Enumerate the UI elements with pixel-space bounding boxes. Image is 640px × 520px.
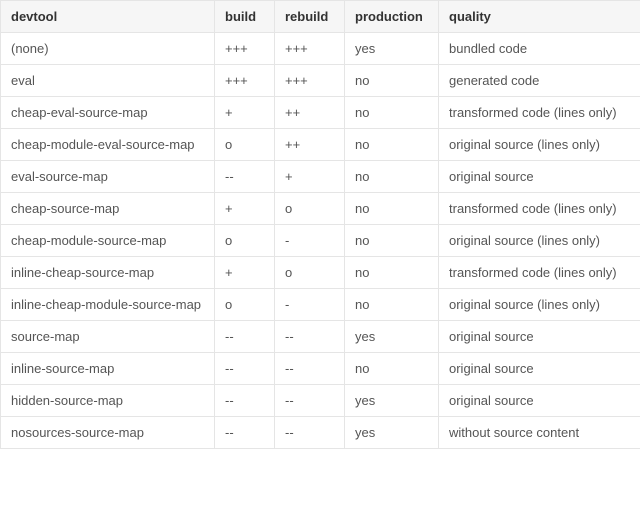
cell-build: +	[215, 193, 275, 225]
cell-production: no	[345, 289, 439, 321]
cell-build: +++	[215, 65, 275, 97]
cell-rebuild: +++	[275, 33, 345, 65]
cell-build: --	[215, 353, 275, 385]
cell-rebuild: -	[275, 225, 345, 257]
cell-quality: transformed code (lines only)	[439, 193, 640, 225]
cell-production: yes	[345, 385, 439, 417]
cell-devtool: eval-source-map	[1, 161, 215, 193]
table-header-row: devtool build rebuild production quality	[1, 1, 640, 33]
cell-devtool: inline-cheap-module-source-map	[1, 289, 215, 321]
table-row: inline-source-map----nooriginal source	[1, 353, 640, 385]
col-header-build: build	[215, 1, 275, 33]
cell-build: +	[215, 97, 275, 129]
cell-quality: without source content	[439, 417, 640, 449]
table-row: inline-cheap-module-source-mapo-noorigin…	[1, 289, 640, 321]
cell-production: yes	[345, 417, 439, 449]
cell-devtool: cheap-module-source-map	[1, 225, 215, 257]
col-header-production: production	[345, 1, 439, 33]
cell-production: no	[345, 65, 439, 97]
cell-quality: bundled code	[439, 33, 640, 65]
cell-quality: original source (lines only)	[439, 225, 640, 257]
cell-devtool: cheap-eval-source-map	[1, 97, 215, 129]
cell-production: no	[345, 353, 439, 385]
cell-rebuild: +	[275, 161, 345, 193]
cell-production: yes	[345, 33, 439, 65]
col-header-rebuild: rebuild	[275, 1, 345, 33]
cell-build: o	[215, 225, 275, 257]
cell-build: --	[215, 385, 275, 417]
cell-devtool: inline-source-map	[1, 353, 215, 385]
cell-devtool: eval	[1, 65, 215, 97]
cell-rebuild: --	[275, 321, 345, 353]
cell-production: no	[345, 97, 439, 129]
cell-build: o	[215, 289, 275, 321]
table-row: source-map----yesoriginal source	[1, 321, 640, 353]
cell-rebuild: ++	[275, 129, 345, 161]
table-row: cheap-module-source-mapo-nooriginal sour…	[1, 225, 640, 257]
table-row: inline-cheap-source-map+onotransformed c…	[1, 257, 640, 289]
cell-quality: original source	[439, 321, 640, 353]
cell-rebuild: --	[275, 353, 345, 385]
cell-devtool: nosources-source-map	[1, 417, 215, 449]
devtool-table: devtool build rebuild production quality…	[0, 0, 640, 449]
cell-devtool: cheap-module-eval-source-map	[1, 129, 215, 161]
cell-rebuild: o	[275, 257, 345, 289]
table-row: cheap-eval-source-map+++notransformed co…	[1, 97, 640, 129]
table-row: (none)++++++yesbundled code	[1, 33, 640, 65]
cell-build: --	[215, 161, 275, 193]
cell-build: --	[215, 417, 275, 449]
cell-quality: transformed code (lines only)	[439, 257, 640, 289]
cell-devtool: (none)	[1, 33, 215, 65]
cell-devtool: source-map	[1, 321, 215, 353]
table-row: nosources-source-map----yeswithout sourc…	[1, 417, 640, 449]
table-row: eval-source-map--+nooriginal source	[1, 161, 640, 193]
cell-production: yes	[345, 321, 439, 353]
cell-quality: original source (lines only)	[439, 289, 640, 321]
cell-quality: original source	[439, 161, 640, 193]
table-row: cheap-source-map+onotransformed code (li…	[1, 193, 640, 225]
cell-production: no	[345, 193, 439, 225]
table-row: eval++++++nogenerated code	[1, 65, 640, 97]
cell-build: --	[215, 321, 275, 353]
cell-quality: transformed code (lines only)	[439, 97, 640, 129]
cell-quality: original source	[439, 353, 640, 385]
cell-quality: original source (lines only)	[439, 129, 640, 161]
col-header-devtool: devtool	[1, 1, 215, 33]
cell-production: no	[345, 225, 439, 257]
cell-quality: generated code	[439, 65, 640, 97]
cell-build: +++	[215, 33, 275, 65]
cell-rebuild: -	[275, 289, 345, 321]
cell-production: no	[345, 161, 439, 193]
cell-rebuild: o	[275, 193, 345, 225]
cell-devtool: hidden-source-map	[1, 385, 215, 417]
table-row: hidden-source-map----yesoriginal source	[1, 385, 640, 417]
table-body: (none)++++++yesbundled codeeval++++++nog…	[1, 33, 640, 449]
cell-production: no	[345, 257, 439, 289]
cell-devtool: inline-cheap-source-map	[1, 257, 215, 289]
cell-build: o	[215, 129, 275, 161]
col-header-quality: quality	[439, 1, 640, 33]
cell-devtool: cheap-source-map	[1, 193, 215, 225]
cell-rebuild: ++	[275, 97, 345, 129]
cell-production: no	[345, 129, 439, 161]
cell-quality: original source	[439, 385, 640, 417]
cell-rebuild: +++	[275, 65, 345, 97]
cell-rebuild: --	[275, 385, 345, 417]
cell-rebuild: --	[275, 417, 345, 449]
cell-build: +	[215, 257, 275, 289]
table-row: cheap-module-eval-source-mapo++noorigina…	[1, 129, 640, 161]
